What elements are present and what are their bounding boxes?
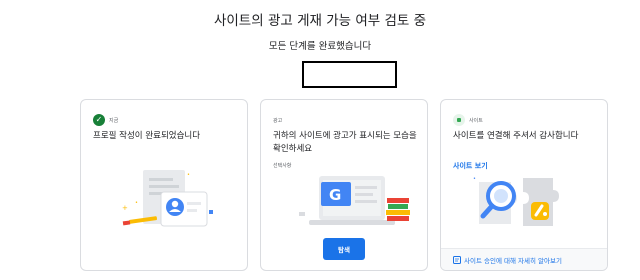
check-circle-icon: ✓ [93, 114, 105, 126]
status-row: 광고 [273, 114, 282, 126]
status-row: ✓ 지금 [93, 114, 118, 126]
redacted-box [302, 61, 397, 88]
profile-card: ✓ 지금 프로필 작성이 완료되었습니다 + • • [80, 99, 248, 271]
optional-label: 선택사항 [273, 163, 292, 169]
status-label: 지금 [109, 117, 119, 124]
status-label: 사이트 [469, 117, 483, 124]
status-label: 광고 [273, 117, 283, 124]
svg-text:G: G [329, 186, 341, 204]
footer-bar: 사이트 승인에 대해 자세히 알아보기 [441, 248, 607, 270]
profile-illustration: + • • [122, 170, 213, 227]
svg-text:•: • [135, 200, 138, 206]
svg-text:•: • [473, 176, 476, 182]
site-card: 사이트 사이트를 연결해 주셔서 감사합니다 사이트 보기 • 사이트 승인에 … [440, 99, 608, 271]
svg-text:+: + [122, 204, 128, 212]
card-title: 귀하의 사이트에 광고가 표시되는 모습을 확인하세요 [273, 131, 417, 154]
card-title: 프로필 작성이 완료되었습니다 [93, 131, 201, 141]
page-subtitle: 모든 단계를 완료했습니다 [268, 41, 372, 52]
ads-preview-card: 광고 귀하의 사이트에 광고가 표시되는 모습을 확인하세요 선택사항 G 탐색 [260, 99, 428, 271]
ads-illustration: G [299, 176, 410, 225]
explore-button[interactable]: 탐색 [323, 238, 365, 260]
site-dot-icon [453, 114, 465, 126]
card-title: 사이트를 연결해 주셔서 감사합니다 [453, 131, 579, 141]
status-row: 사이트 [453, 114, 483, 126]
document-icon [453, 255, 461, 264]
learn-more-link[interactable]: 사이트 승인에 대해 자세히 알아보기 [464, 255, 562, 265]
page-title: 사이트의 광고 게재 가능 여부 검토 중 [213, 13, 427, 29]
svg-text:•: • [187, 172, 190, 178]
puzzle-illustration: • [473, 176, 559, 226]
